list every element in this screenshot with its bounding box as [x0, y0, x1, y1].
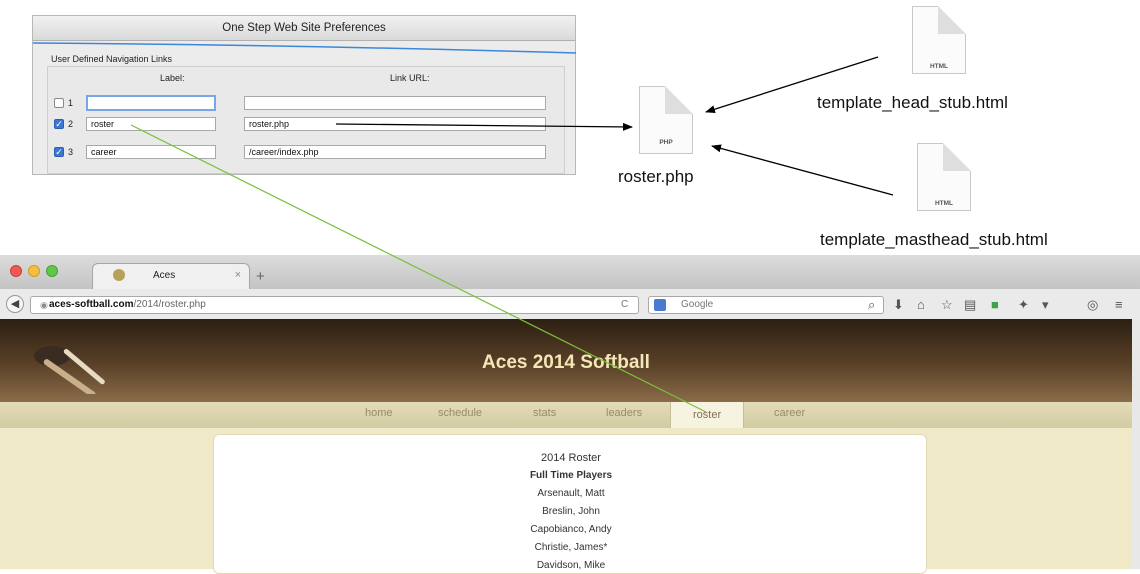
- new-tab-button[interactable]: +: [256, 268, 265, 285]
- dialog-accent-line: [33, 42, 577, 54]
- nav-schedule[interactable]: schedule: [438, 407, 482, 419]
- masthead-file-tag: HTML: [934, 200, 954, 207]
- player-2: Breslin, John: [542, 506, 600, 517]
- site-masthead: Aces 2014 Softball: [0, 319, 1132, 402]
- url-path: /2014/roster.php: [133, 299, 206, 310]
- search-engine-icon[interactable]: [654, 299, 666, 311]
- download-icon[interactable]: ⬇: [893, 297, 904, 313]
- nav-career[interactable]: career: [774, 407, 805, 419]
- row2-url-field[interactable]: roster.php: [244, 117, 546, 131]
- masthead-stub-arrow: [711, 144, 894, 196]
- row1-url-field[interactable]: [244, 96, 546, 110]
- nav-roster[interactable]: roster: [670, 402, 745, 428]
- row2-checkbox[interactable]: ✓: [54, 119, 64, 129]
- search-icon[interactable]: ⌕: [868, 297, 875, 313]
- php-file-name: roster.php: [618, 167, 694, 186]
- page-scrollbar[interactable]: [1132, 319, 1140, 569]
- back-icon[interactable]: ◀: [6, 295, 24, 313]
- player-1: Arsenault, Matt: [537, 488, 605, 499]
- dropdown-icon[interactable]: ▾: [1042, 297, 1049, 313]
- roster-subtitle: Full Time Players: [529, 470, 613, 481]
- tab-aces[interactable]: Aces ×: [92, 263, 250, 289]
- nav-home[interactable]: home: [365, 407, 393, 419]
- profile-icon[interactable]: ◎: [1087, 297, 1098, 313]
- row1-number: 1: [68, 98, 74, 108]
- site-identity-icon[interactable]: ◉: [40, 300, 48, 311]
- url-bar[interactable]: aces-softball.com/2014/roster.php: [30, 296, 639, 314]
- nav-leaders[interactable]: leaders: [606, 407, 642, 419]
- masthead-file-name: template_masthead_stub.html: [820, 230, 1048, 249]
- search-bar[interactable]: Google: [648, 296, 884, 314]
- home-icon[interactable]: ⌂: [917, 297, 925, 312]
- row1-label-field[interactable]: [86, 95, 216, 111]
- player-5: Davidson, Mike: [536, 560, 606, 571]
- url-domain: aces-softball.com: [49, 299, 134, 310]
- html-head-file-icon: HTML: [912, 6, 966, 74]
- site-title: Aces 2014 Softball: [482, 352, 650, 373]
- row3-label-field[interactable]: career: [86, 145, 216, 159]
- roster-panel: 2014 Roster Full Time Players Arsenault,…: [213, 434, 927, 574]
- row3-checkbox[interactable]: ✓: [54, 147, 64, 157]
- extension-icon[interactable]: ■: [991, 297, 999, 312]
- label-column-header: Label:: [160, 73, 185, 83]
- tab-close-icon[interactable]: ×: [235, 269, 241, 281]
- tab-title: Aces: [153, 270, 176, 281]
- nav-stats[interactable]: stats: [533, 407, 556, 419]
- head-file-tag: HTML: [929, 63, 949, 70]
- row2-label-field[interactable]: roster: [86, 117, 216, 131]
- minimize-window-button[interactable]: [28, 265, 40, 277]
- url-column-header: Link URL:: [390, 73, 430, 83]
- share-icon[interactable]: ✦: [1018, 297, 1029, 313]
- zoom-window-button[interactable]: [46, 265, 58, 277]
- bookmark-star-icon[interactable]: ☆: [941, 297, 953, 313]
- site-navbar: home schedule stats leaders roster caree…: [0, 402, 1132, 428]
- softball-favicon-icon: [113, 269, 125, 281]
- nav-links-group: Label: Link URL: 1 ✓ 2 roster roster.php…: [47, 66, 565, 174]
- row3-url-field[interactable]: /career/index.php: [244, 145, 546, 159]
- close-window-button[interactable]: [10, 265, 22, 277]
- php-file-icon: PHP: [639, 86, 693, 154]
- player-3: Capobianco, Andy: [530, 524, 612, 535]
- row3-number: 3: [68, 147, 74, 157]
- preferences-dialog: One Step Web Site Preferences User Defin…: [32, 15, 577, 175]
- roster-title: 2014 Roster: [541, 452, 601, 464]
- reload-icon[interactable]: C: [621, 299, 628, 310]
- html-masthead-file-icon: HTML: [917, 143, 971, 211]
- row1-checkbox[interactable]: [54, 98, 64, 108]
- browser-titlebar: Aces × +: [0, 255, 1140, 289]
- player-4: Christie, James*: [534, 542, 608, 553]
- browser-toolbar: ◀ aces-softball.com/2014/roster.php ◉ C …: [0, 289, 1140, 320]
- php-file-tag: PHP: [659, 139, 673, 146]
- browser-window: Aces × + ◀ aces-softball.com/2014/roster…: [0, 255, 1140, 574]
- head-file-name: template_head_stub.html: [817, 93, 1008, 112]
- dialog-title: One Step Web Site Preferences: [33, 16, 575, 41]
- group-title: User Defined Navigation Links: [51, 54, 173, 64]
- row2-number: 2: [68, 119, 74, 129]
- bookmarks-icon[interactable]: ▤: [964, 297, 976, 313]
- menu-icon[interactable]: ≡: [1115, 297, 1123, 312]
